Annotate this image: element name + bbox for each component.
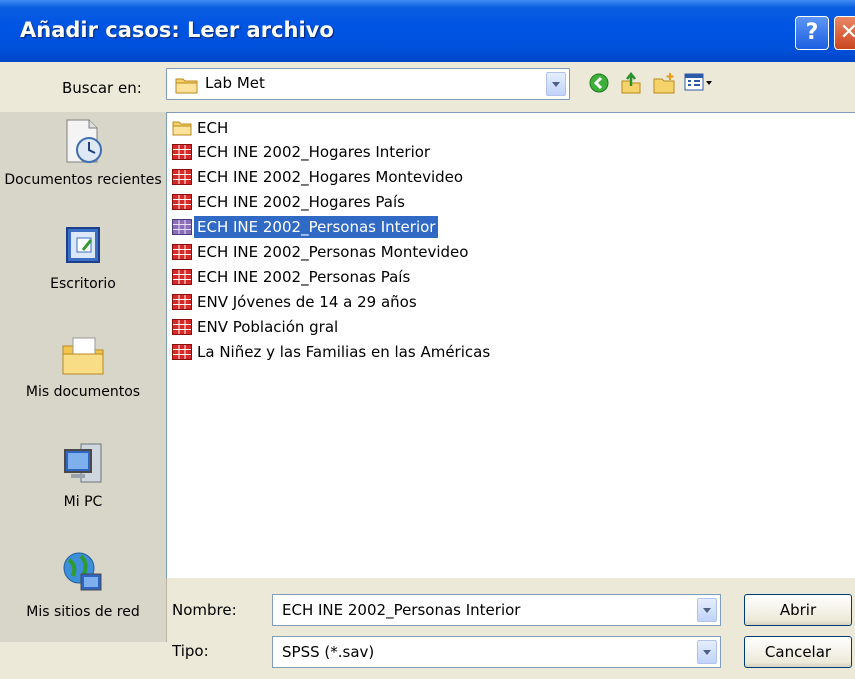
file-type-select[interactable]: SPSS (*.sav) bbox=[272, 636, 721, 668]
folder-icon bbox=[172, 121, 192, 136]
file-type-value: SPSS (*.sav) bbox=[282, 643, 375, 661]
file-name-input[interactable]: ECH INE 2002_Personas Interior bbox=[272, 594, 721, 626]
recent-documents-icon bbox=[66, 119, 102, 163]
file-name-value: ECH INE 2002_Personas Interior bbox=[282, 601, 521, 619]
place-label: Mis sitios de red bbox=[26, 604, 140, 620]
place-label: Escritorio bbox=[50, 276, 116, 292]
file-name: ENV Jóvenes de 14 a 29 años bbox=[197, 293, 417, 311]
network-places-icon bbox=[63, 552, 102, 591]
folder-icon bbox=[175, 78, 198, 94]
file-type-label: Tipo: bbox=[172, 642, 209, 660]
file-type-dropdown-button[interactable] bbox=[697, 640, 717, 664]
help-button[interactable]: ? bbox=[795, 16, 829, 50]
spss-data-file-icon bbox=[172, 269, 192, 285]
open-button[interactable]: Abrir bbox=[744, 594, 852, 626]
spss-data-file-icon bbox=[172, 219, 192, 235]
place-label: Mis documentos bbox=[25, 384, 141, 400]
file-list[interactable]: ECH ECH INE 2002_Hogares Interior ECH IN… bbox=[166, 112, 855, 578]
file-name: ECH INE 2002_Hogares Interior bbox=[197, 143, 431, 161]
file-name: ECH INE 2002_Personas País bbox=[197, 268, 411, 286]
file-name-dropdown-button[interactable] bbox=[697, 598, 717, 622]
place-network[interactable]: Mis sitios de red bbox=[0, 550, 166, 620]
view-menu-icon[interactable] bbox=[684, 72, 714, 94]
cancel-button[interactable]: Cancelar bbox=[744, 636, 852, 668]
look-in-value: Lab Met bbox=[205, 74, 265, 92]
title-bar[interactable]: Añadir casos: Leer archivo ? ✕ bbox=[0, 0, 855, 62]
up-folder-icon[interactable] bbox=[619, 72, 643, 94]
file-name: ENV Población gral bbox=[197, 318, 339, 336]
place-my-computer[interactable]: Mi PC bbox=[0, 440, 166, 510]
file-name: ECH INE 2002_Hogares País bbox=[197, 193, 405, 211]
look-in-dropdown-button[interactable] bbox=[546, 72, 566, 96]
place-desktop[interactable]: Escritorio bbox=[0, 224, 166, 292]
spss-data-file-icon bbox=[172, 194, 192, 210]
my-documents-icon bbox=[62, 337, 104, 375]
spss-data-file-icon bbox=[172, 244, 192, 260]
look-in-combo[interactable]: Lab Met bbox=[166, 68, 570, 100]
places-bar: Documentos recientes Escritorio Mis docu… bbox=[0, 112, 167, 642]
spss-data-file-icon bbox=[172, 319, 192, 335]
file-name: ECH INE 2002_Hogares Montevideo bbox=[197, 168, 464, 186]
file-name-label: Nombre: bbox=[172, 601, 237, 619]
spss-data-file-icon bbox=[172, 169, 192, 185]
window-title: Añadir casos: Leer archivo bbox=[20, 18, 334, 42]
file-name: ECH INE 2002_Personas Interior bbox=[194, 216, 439, 238]
place-my-documents[interactable]: Mis documentos bbox=[0, 332, 166, 400]
place-label: Mi PC bbox=[63, 494, 103, 510]
spss-data-file-icon bbox=[172, 344, 192, 360]
place-recent-documents[interactable]: Documentos recientes bbox=[0, 118, 166, 188]
close-button[interactable]: ✕ bbox=[834, 16, 855, 50]
new-folder-icon[interactable] bbox=[652, 72, 676, 94]
spss-data-file-icon bbox=[172, 294, 192, 310]
back-icon[interactable] bbox=[588, 72, 610, 94]
spss-data-file-icon bbox=[172, 144, 192, 160]
file-name: ECH INE 2002_Personas Montevideo bbox=[197, 243, 469, 261]
file-name: La Niñez y las Familias en las Américas bbox=[197, 343, 491, 361]
file-name: ECH bbox=[197, 119, 229, 137]
my-computer-icon bbox=[64, 443, 102, 483]
look-in-label: Buscar en: bbox=[62, 79, 142, 97]
desktop-icon bbox=[66, 227, 100, 263]
place-label: Documentos recientes bbox=[4, 172, 162, 188]
